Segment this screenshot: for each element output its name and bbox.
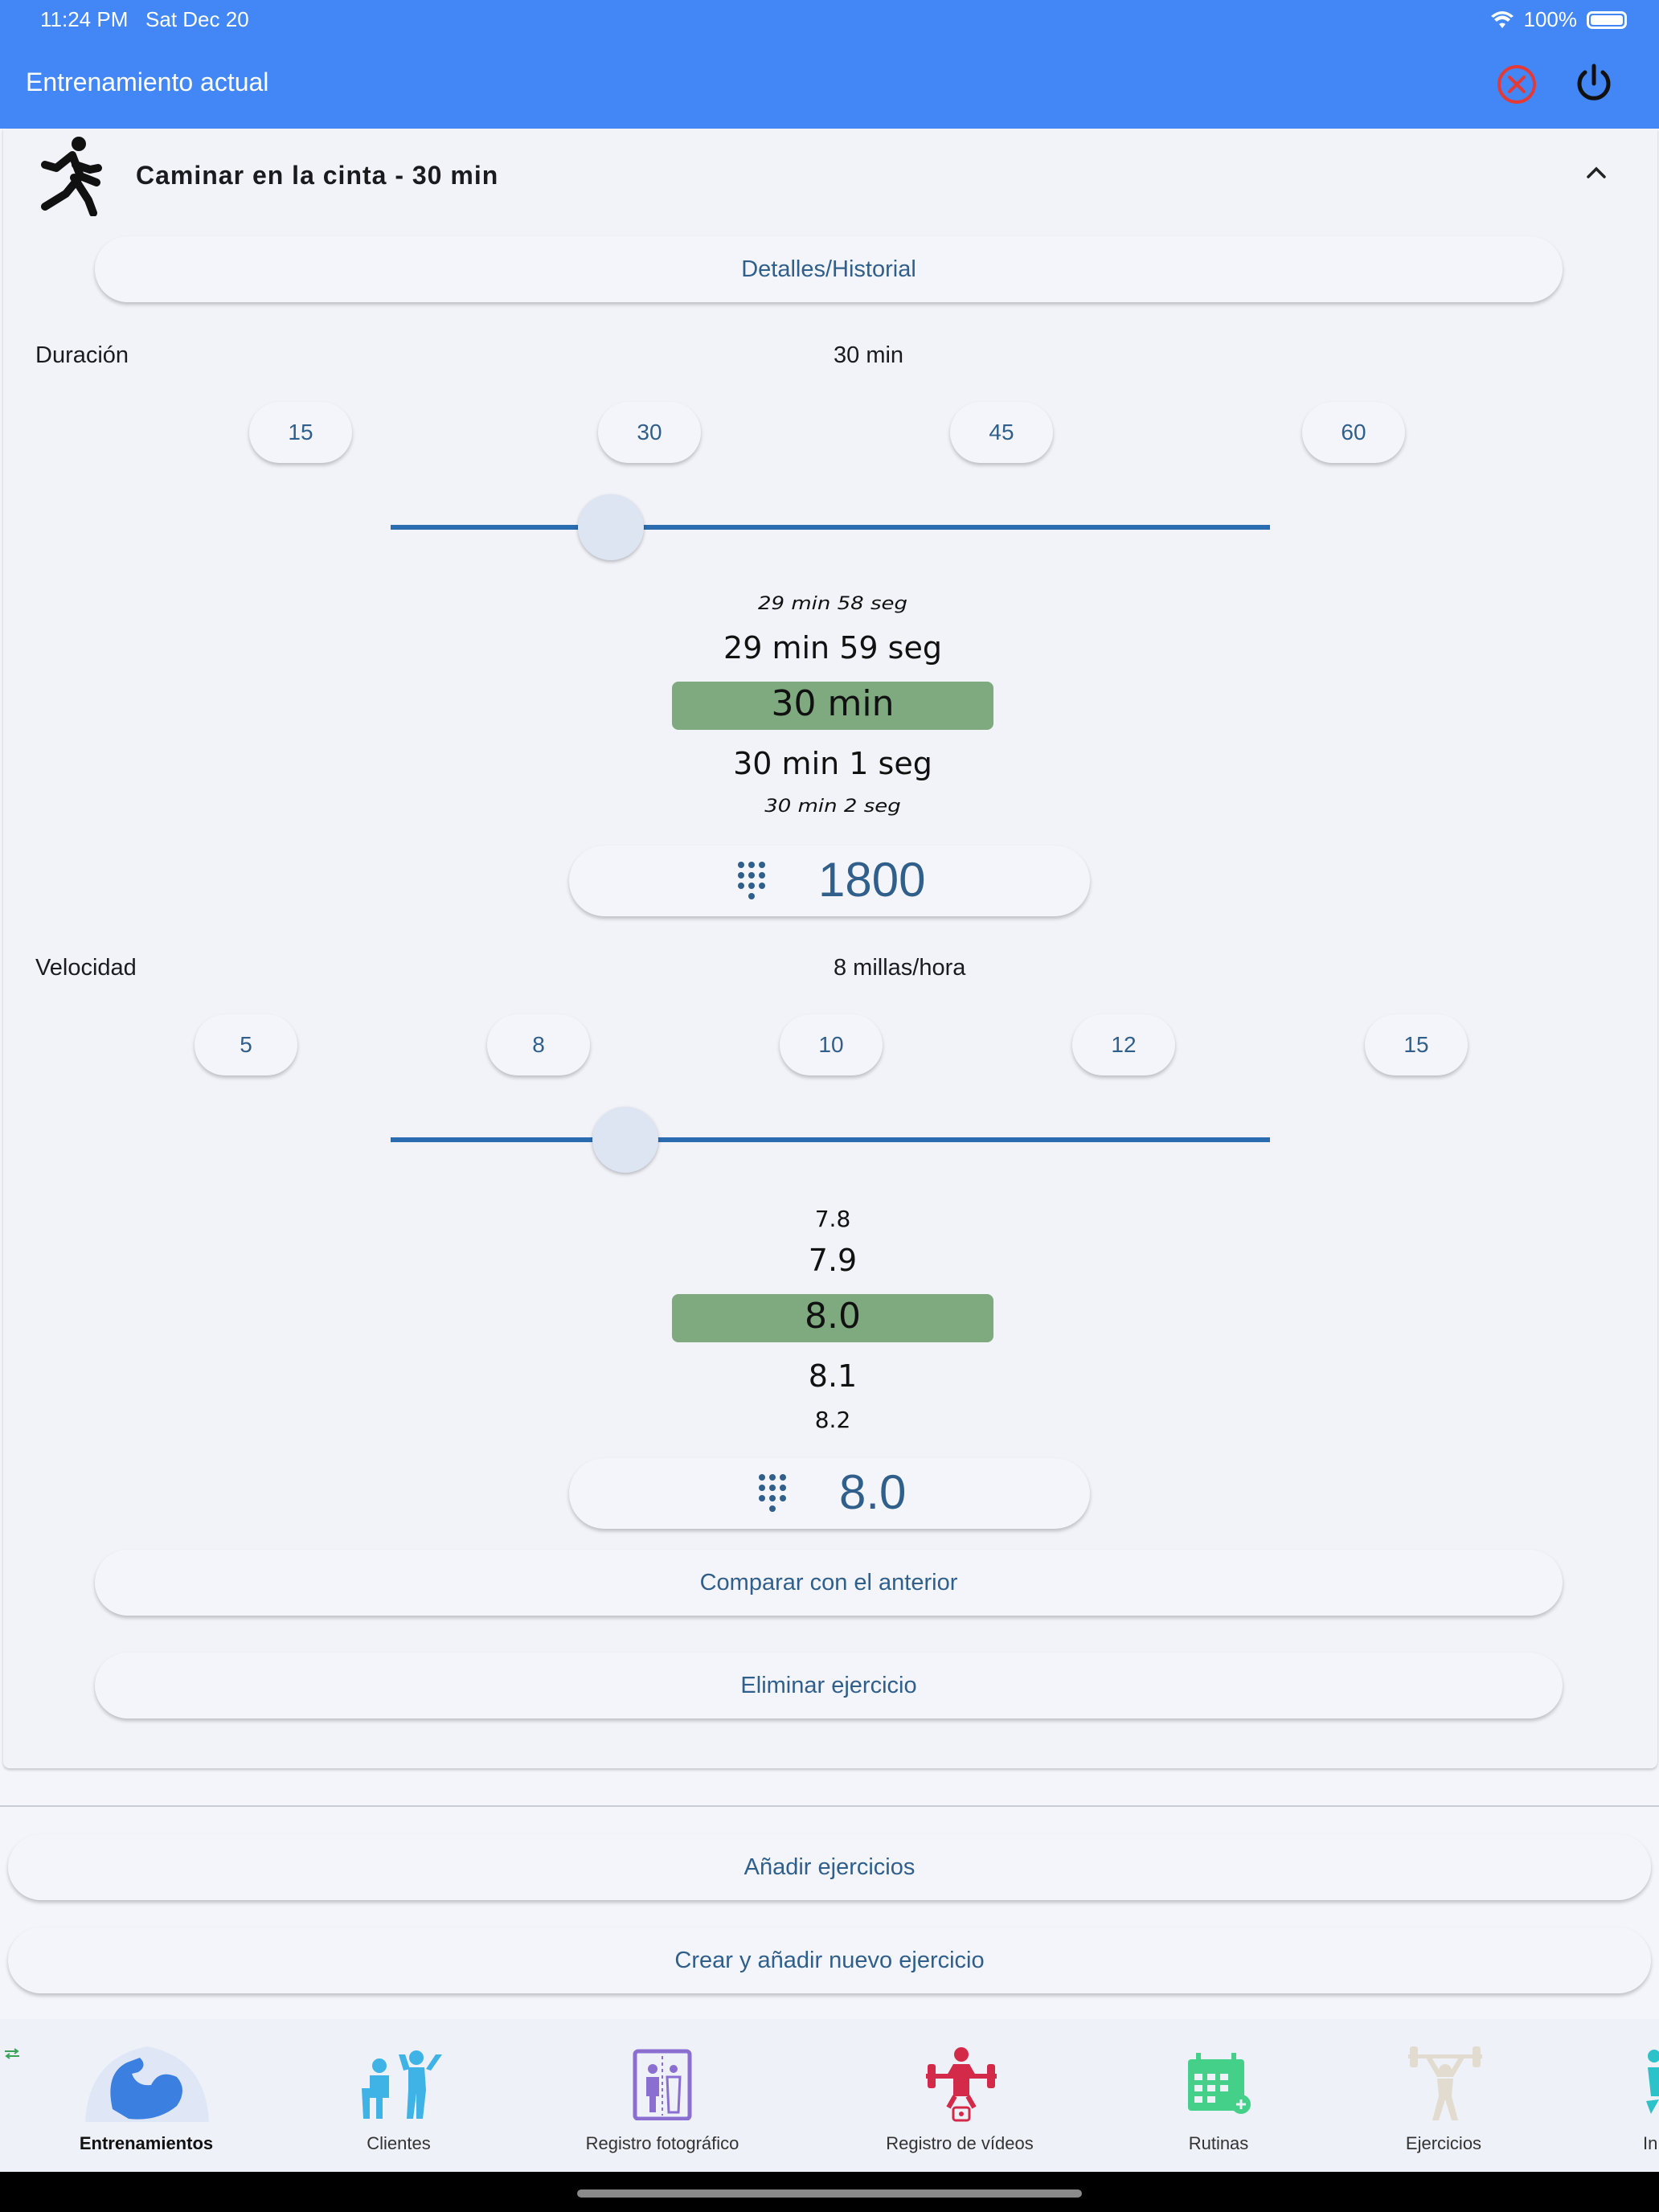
bottom-navigation: Entrenamientos Clientes Registro fotográ… <box>0 2019 1659 2180</box>
home-indicator-bar <box>0 2172 1659 2212</box>
duration-input-value: 1800 <box>818 853 926 907</box>
speed-slider-thumb[interactable] <box>592 1107 659 1173</box>
duration-preset-30[interactable]: 30 <box>598 402 701 463</box>
compare-previous-button[interactable]: Comparar con el anterior <box>95 1550 1563 1616</box>
duration-wheel-item[interactable]: 29 min 58 seg <box>672 593 993 614</box>
nav-ejercicios[interactable]: Ejercicios <box>1339 2019 1548 2180</box>
speed-wheel-item[interactable]: 8.2 <box>672 1407 993 1433</box>
status-time: 11:24 PM Sat Dec 20 <box>40 7 249 31</box>
nav-clientes[interactable]: Clientes <box>294 2019 503 2180</box>
partial-icon <box>1646 2050 1659 2114</box>
battery-icon <box>1587 10 1627 29</box>
nav-registro-videos[interactable]: Registro de vídeos <box>855 2019 1064 2180</box>
nav-partial[interactable]: In <box>1559 2019 1659 2180</box>
cancel-circle-icon[interactable] <box>1495 63 1538 106</box>
duration-number-input[interactable]: 1800 <box>569 846 1090 916</box>
speed-preset-8[interactable]: 8 <box>487 1014 590 1075</box>
duration-wheel-item[interactable]: 29 min 59 seg <box>672 630 993 666</box>
duration-slider-thumb[interactable] <box>577 494 644 560</box>
nav-registro-fotografico[interactable]: Registro fotográfico <box>558 2019 767 2180</box>
keypad-icon <box>759 1474 786 1512</box>
speed-preset-15[interactable]: 15 <box>1365 1014 1468 1075</box>
wifi-icon <box>1490 10 1514 28</box>
duration-preset-15[interactable]: 15 <box>249 402 352 463</box>
speed-wheel-item[interactable]: 8.1 <box>672 1358 993 1394</box>
nav-label: Clientes <box>367 2133 431 2153</box>
chevron-up-icon[interactable] <box>1585 164 1608 180</box>
duration-label: Duración <box>35 342 129 368</box>
speed-slider-track[interactable] <box>391 1137 1270 1142</box>
speed-label: Velocidad <box>35 955 137 981</box>
power-icon[interactable] <box>1572 61 1616 106</box>
nav-label: In <box>1643 2133 1658 2153</box>
speed-wheel-selected[interactable]: 8.0 <box>672 1296 993 1337</box>
duration-preset-45[interactable]: 45 <box>950 402 1053 463</box>
nav-rutinas[interactable]: Rutinas <box>1114 2019 1323 2180</box>
keypad-icon <box>738 862 765 899</box>
duration-preset-60[interactable]: 60 <box>1302 402 1405 463</box>
duration-wheel-item[interactable]: 30 min 2 seg <box>672 796 993 817</box>
status-bar: 11:24 PM Sat Dec 20 100% <box>0 0 1659 39</box>
nav-label: Registro de vídeos <box>886 2133 1034 2153</box>
weightlifter-video-icon <box>926 2047 997 2122</box>
trainer-client-icon <box>362 2050 442 2119</box>
details-history-button[interactable]: Detalles/Historial <box>95 236 1563 302</box>
battery-percent: 100% <box>1523 7 1578 31</box>
exercise-title: Caminar en la cinta - 30 min <box>136 161 499 190</box>
exercise-card: Caminar en la cinta - 30 min Detalles/Hi… <box>3 129 1657 1768</box>
flexed-arm-icon <box>85 2046 209 2122</box>
swap-arrows-icon <box>5 2048 19 2059</box>
add-exercises-button[interactable]: Añadir ejercicios <box>8 1834 1651 1900</box>
nav-label: Registro fotográfico <box>585 2133 739 2153</box>
calendar-icon <box>1188 2053 1251 2114</box>
create-add-exercise-button[interactable]: Crear y añadir nuevo ejercicio <box>8 1927 1651 1993</box>
speed-preset-12[interactable]: 12 <box>1072 1014 1175 1075</box>
speed-number-input[interactable]: 8.0 <box>569 1458 1090 1529</box>
nav-label: Entrenamientos <box>79 2133 214 2153</box>
photo-log-icon <box>633 2049 692 2120</box>
home-indicator[interactable] <box>577 2189 1082 2198</box>
barbell-person-icon <box>1408 2046 1482 2120</box>
duration-slider-track[interactable] <box>391 525 1270 530</box>
speed-wheel-item[interactable]: 7.9 <box>672 1243 993 1278</box>
speed-preset-5[interactable]: 5 <box>195 1014 297 1075</box>
nav-entrenamientos[interactable]: Entrenamientos <box>42 2019 251 2180</box>
speed-wheel-item[interactable]: 7.8 <box>672 1206 993 1232</box>
speed-input-value: 8.0 <box>839 1465 907 1519</box>
duration-wheel-item[interactable]: 30 min 1 seg <box>672 746 993 781</box>
duration-value: 30 min <box>834 342 904 368</box>
app-bar: Entrenamiento actual <box>0 39 1659 129</box>
delete-exercise-button[interactable]: Eliminar ejercicio <box>95 1653 1563 1718</box>
duration-wheel-selected[interactable]: 30 min <box>672 683 993 724</box>
nav-label: Ejercicios <box>1405 2133 1482 2153</box>
speed-preset-10[interactable]: 10 <box>780 1014 883 1075</box>
speed-value: 8 millas/hora <box>834 955 966 981</box>
nav-label: Rutinas <box>1188 2133 1249 2153</box>
app-bar-title: Entrenamiento actual <box>26 68 269 96</box>
divider <box>0 1805 1659 1807</box>
running-person-icon <box>41 137 102 216</box>
